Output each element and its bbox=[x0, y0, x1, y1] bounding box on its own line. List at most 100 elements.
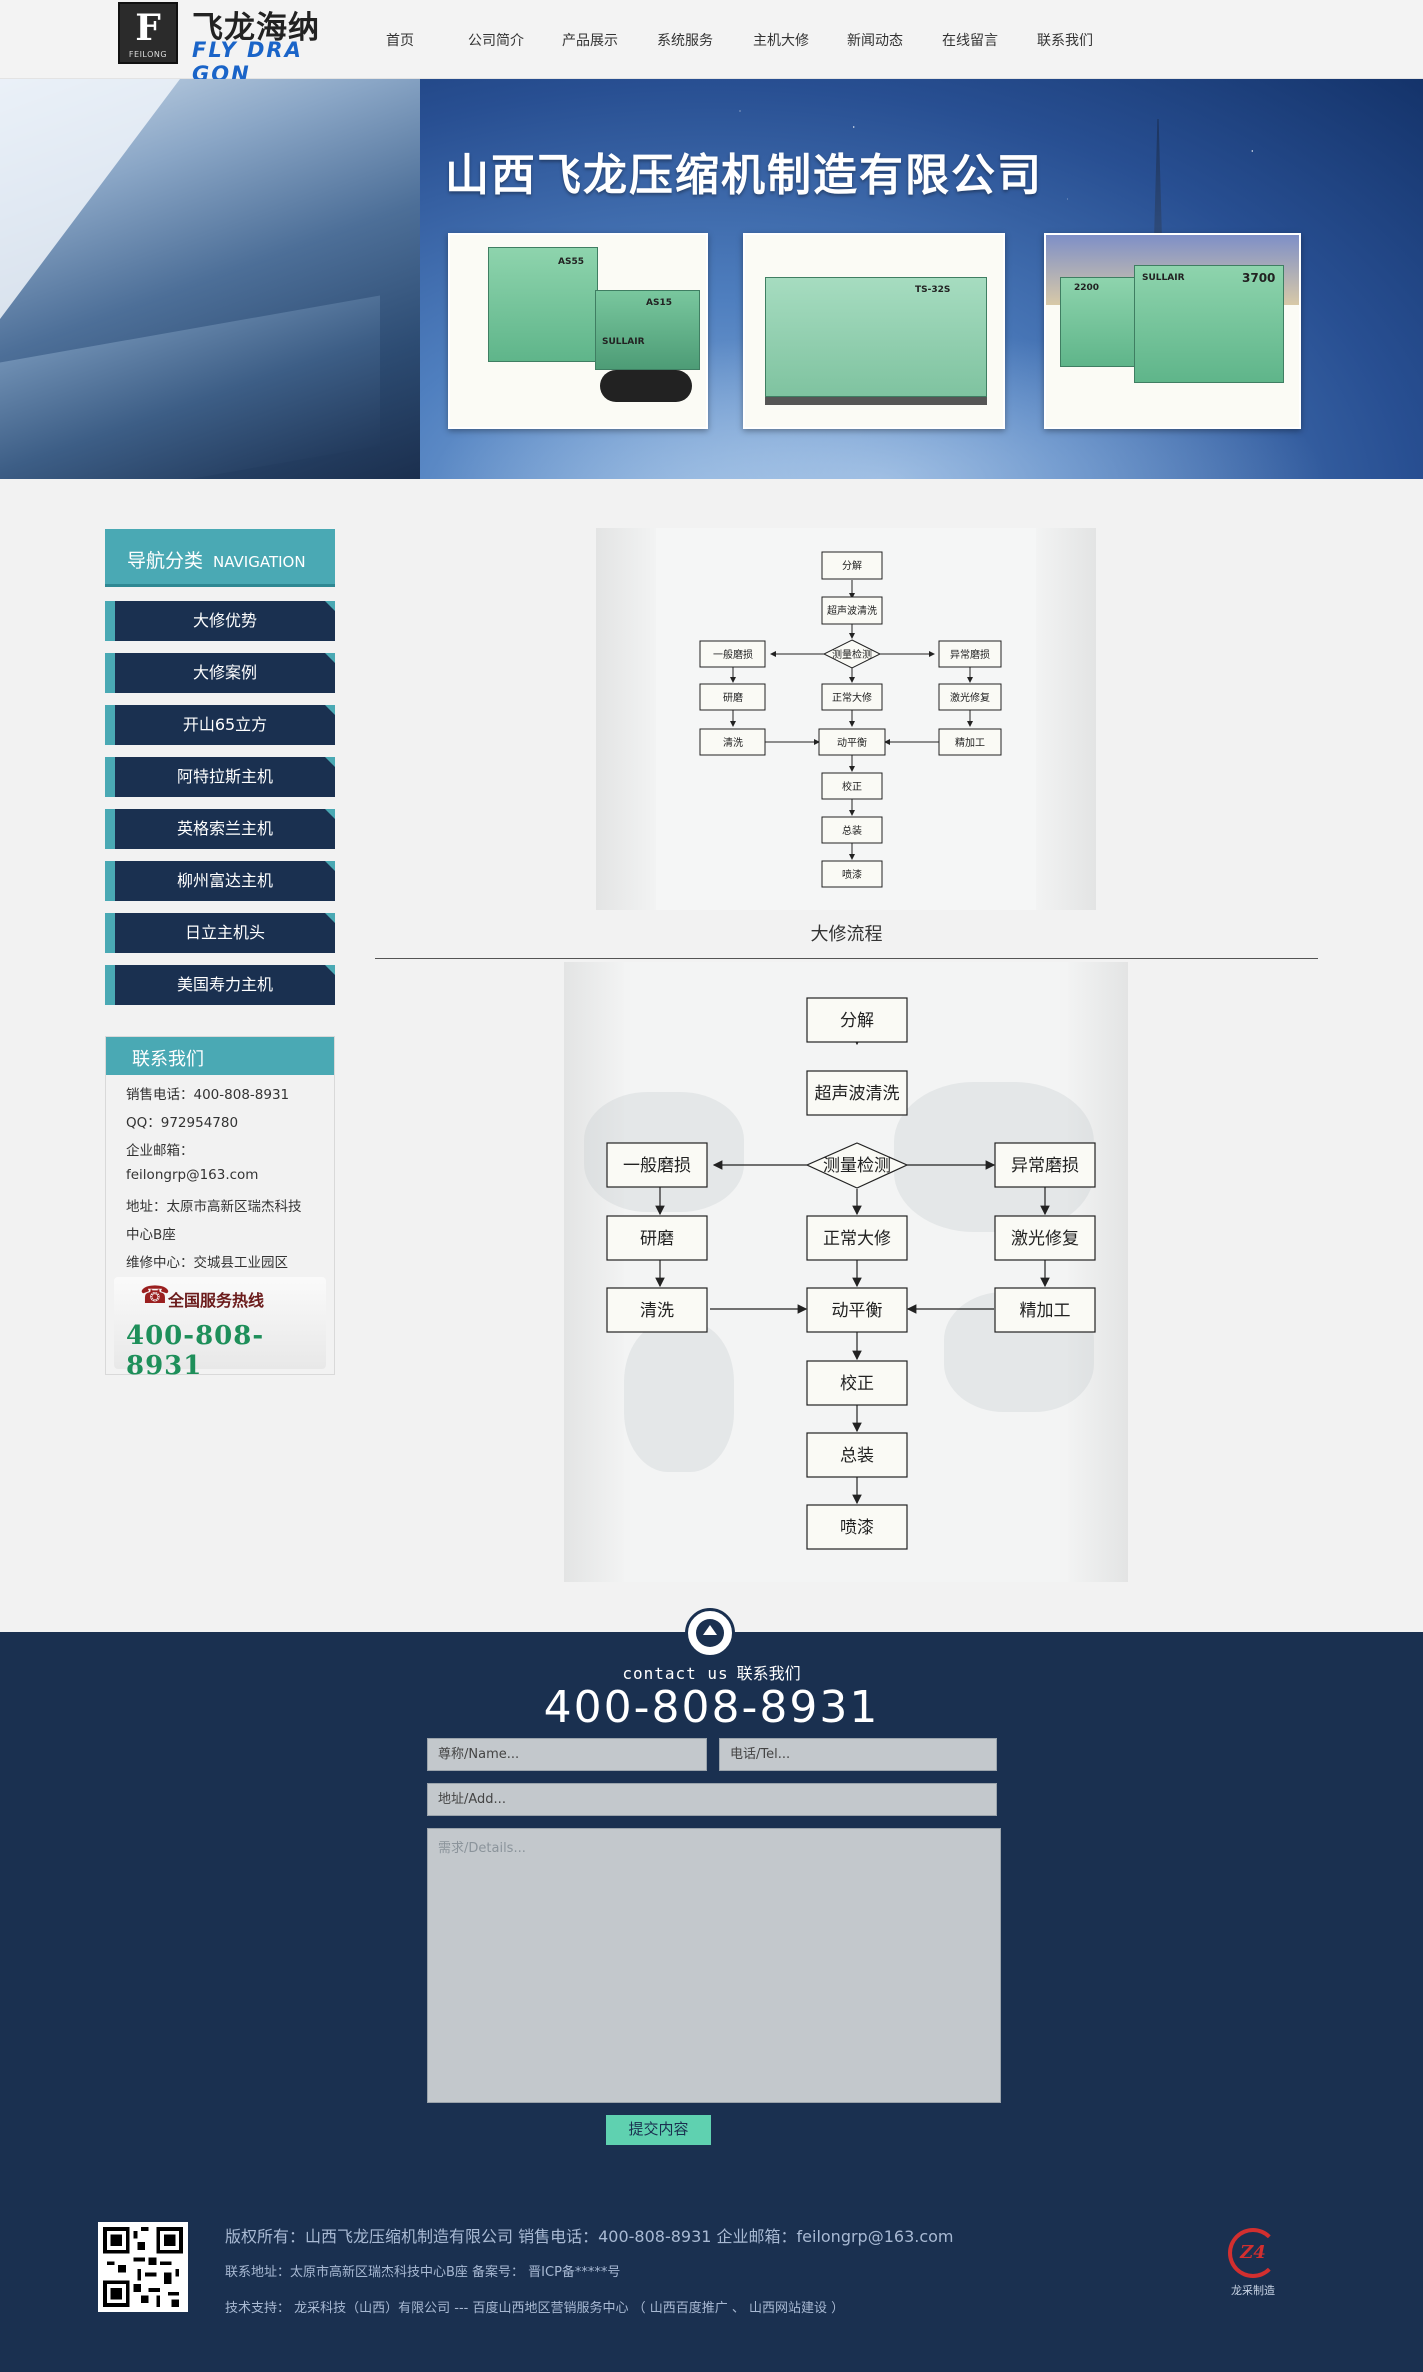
boat-deck bbox=[0, 295, 380, 479]
product-label: 3700 bbox=[1242, 271, 1276, 285]
logo-mark: F FEILONG bbox=[118, 2, 178, 64]
flow-step: 研磨 bbox=[723, 692, 743, 704]
flowchart-small-image: 分解 超声波清洗 测量检测 一般磨损 异常磨损 研磨 正常大修 激光修复 清洗 … bbox=[596, 528, 1096, 910]
flow-step: 校正 bbox=[840, 1374, 874, 1394]
product-image-2[interactable]: TS-32S bbox=[743, 233, 1005, 429]
banner-title: 山西飞龙压缩机制造有限公司 bbox=[445, 150, 1043, 201]
sidebar-heading-cn: 导航分类 bbox=[127, 550, 204, 572]
flowchart-large-image: 分解 超声波清洗 测量检测 一般磨损 异常磨损 研磨 正常大修 激光修复 清洗 … bbox=[564, 962, 1128, 1582]
tank-shape bbox=[600, 370, 692, 402]
dragon-logo-icon: Z4 bbox=[1228, 2228, 1278, 2278]
contact-sales-phone: 销售电话：400-808-8931 bbox=[126, 1087, 290, 1103]
sidebar-item-kaishan[interactable]: 开山65立方 bbox=[105, 705, 335, 745]
nav-overhaul[interactable]: 主机大修 bbox=[753, 30, 809, 50]
submit-button[interactable]: 提交内容 bbox=[606, 2115, 711, 2145]
sidebar-item-liuzhou[interactable]: 柳州富达主机 bbox=[105, 861, 335, 901]
nav-products[interactable]: 产品展示 bbox=[562, 30, 618, 50]
flow-step: 测量检测 bbox=[832, 648, 872, 661]
machine-shape bbox=[765, 277, 987, 397]
flow-step: 激光修复 bbox=[1011, 1229, 1079, 1249]
flow-step: 精加工 bbox=[955, 736, 985, 749]
sidebar-item-advantages[interactable]: 大修优势 bbox=[105, 601, 335, 641]
phone-input[interactable] bbox=[719, 1738, 997, 1771]
footer-copyright: 版权所有：山西飞龙压缩机制造有限公司 销售电话：400-808-8931 企业邮… bbox=[225, 2227, 954, 2246]
hero-banner: 山西飞龙压缩机制造有限公司 AS55 AS15 SULLAIR TS-32S S… bbox=[0, 79, 1423, 479]
flow-step: 清洗 bbox=[640, 1301, 674, 1321]
address-input[interactable] bbox=[427, 1783, 997, 1816]
contact-address: 地址：太原市高新区瑞杰科技 bbox=[126, 1199, 302, 1215]
contact-email-label: 企业邮箱： bbox=[126, 1143, 194, 1159]
flow-step: 正常大修 bbox=[823, 1229, 891, 1249]
contact-email[interactable]: feilongrp@163.com bbox=[126, 1167, 258, 1183]
flow-step: 清洗 bbox=[723, 736, 743, 749]
flow-step: 动平衡 bbox=[837, 737, 867, 749]
footer-tech-support[interactable]: 技术支持： 龙采科技（山西）有限公司 --- 百度山西地区营销服务中心 （ 山西… bbox=[225, 2297, 844, 2316]
product-label: TS-32S bbox=[915, 285, 951, 295]
sidebar-item-ingersoll[interactable]: 英格索兰主机 bbox=[105, 809, 335, 849]
product-label: 2200 bbox=[1074, 283, 1100, 293]
sidebar-heading: 导航分类 NAVIGATION bbox=[105, 529, 335, 587]
product-label: AS15 bbox=[646, 298, 672, 308]
nav-contact[interactable]: 联系我们 bbox=[1037, 30, 1093, 50]
flow-step: 分解 bbox=[842, 559, 862, 572]
company-logo[interactable]: F FEILONG 飞龙海纳 FLY DRA GON bbox=[118, 2, 344, 86]
nav-home[interactable]: 首页 bbox=[386, 30, 414, 50]
banner-boat-image bbox=[0, 79, 420, 479]
developer-logo-text: 龙采制造 bbox=[1231, 2284, 1275, 2297]
name-input[interactable] bbox=[427, 1738, 707, 1771]
up-arrow-icon bbox=[696, 1619, 724, 1647]
contact-title-en: contact us bbox=[622, 1664, 729, 1683]
flow-step: 测量检测 bbox=[823, 1156, 891, 1176]
nav-message[interactable]: 在线留言 bbox=[942, 30, 998, 50]
flow-step: 动平衡 bbox=[832, 1301, 883, 1321]
contact-title-cn: 联系我们 bbox=[736, 1664, 801, 1683]
scroll-top-badge[interactable] bbox=[685, 1608, 735, 1658]
flow-step: 精加工 bbox=[1020, 1301, 1071, 1321]
flow-step: 总装 bbox=[840, 1446, 874, 1466]
flow-step: 喷漆 bbox=[840, 1518, 874, 1538]
logo-mark-sub: FEILONG bbox=[128, 50, 168, 59]
sidebar-heading-en: NAVIGATION bbox=[213, 553, 306, 571]
contact-repair-center: 维修中心：交城县工业园区 bbox=[126, 1255, 288, 1271]
contact-section-title: contact us 联系我们 bbox=[0, 1660, 1423, 1684]
nav-news[interactable]: 新闻动态 bbox=[847, 30, 903, 50]
details-textarea[interactable] bbox=[427, 1828, 1001, 2103]
flowchart-caption: 大修流程 bbox=[810, 924, 883, 945]
developer-logo[interactable]: Z4 龙采制造 bbox=[1218, 2228, 1288, 2308]
flow-step: 超声波清洗 bbox=[827, 604, 877, 617]
flow-step: 正常大修 bbox=[832, 691, 872, 704]
flow-step: 异常磨损 bbox=[1011, 1156, 1079, 1176]
phone-icon: ☎ bbox=[140, 1281, 170, 1309]
flow-step: 总装 bbox=[842, 824, 862, 837]
flowchart-small-svg: 分解 超声波清洗 测量检测 一般磨损 异常磨损 研磨 正常大修 激光修复 清洗 … bbox=[699, 551, 1002, 888]
sidebar-item-hitachi[interactable]: 日立主机头 bbox=[105, 913, 335, 953]
sidebar-item-cases[interactable]: 大修案例 bbox=[105, 653, 335, 693]
hotline-number: 400-808-8931 bbox=[126, 1321, 265, 1381]
qr-code-graphic bbox=[103, 2227, 183, 2307]
product-image-3[interactable]: SULLAIR 3700 2200 bbox=[1044, 233, 1301, 429]
sidebar-item-sullair[interactable]: 美国寿力主机 bbox=[105, 965, 335, 1005]
flow-step: 超声波清洗 bbox=[815, 1084, 900, 1104]
hotline-banner: ☎ 全国服务热线 400-808-8931 bbox=[114, 1277, 326, 1381]
flow-step: 分解 bbox=[840, 1011, 874, 1031]
product-image-1[interactable]: AS55 AS15 SULLAIR bbox=[448, 233, 708, 429]
caption-divider bbox=[375, 958, 1318, 959]
nav-about[interactable]: 公司简介 bbox=[468, 30, 524, 50]
sidebar-item-atlas[interactable]: 阿特拉斯主机 bbox=[105, 757, 335, 797]
footer-address: 联系地址：太原市高新区瑞杰科技中心B座 备案号： 晋ICP备*****号 bbox=[225, 2265, 621, 2280]
sidebar-heading-text: 导航分类 NAVIGATION bbox=[127, 546, 306, 573]
qr-code-image bbox=[98, 2222, 188, 2312]
flow-step: 一般磨损 bbox=[623, 1156, 691, 1176]
logo-letter: F bbox=[135, 7, 161, 49]
flow-step: 一般磨损 bbox=[713, 648, 753, 661]
product-label: SULLAIR bbox=[1142, 273, 1185, 283]
contact-phone-number: 400-808-8931 bbox=[543, 1682, 880, 1733]
site-header: F FEILONG 飞龙海纳 FLY DRA GON 首页 公司简介 产品展示 … bbox=[0, 0, 1423, 86]
nav-services[interactable]: 系统服务 bbox=[657, 30, 713, 50]
sidebar-contact-box: 联系我们 销售电话：400-808-8931 QQ：972954780 企业邮箱… bbox=[105, 1036, 335, 1381]
flow-step: 异常磨损 bbox=[950, 648, 990, 661]
site-footer bbox=[0, 2172, 1423, 2372]
product-label: AS55 bbox=[558, 257, 584, 267]
hotline-label: 全国服务热线 bbox=[168, 1291, 265, 1310]
contact-box-heading: 联系我们 bbox=[106, 1037, 334, 1075]
